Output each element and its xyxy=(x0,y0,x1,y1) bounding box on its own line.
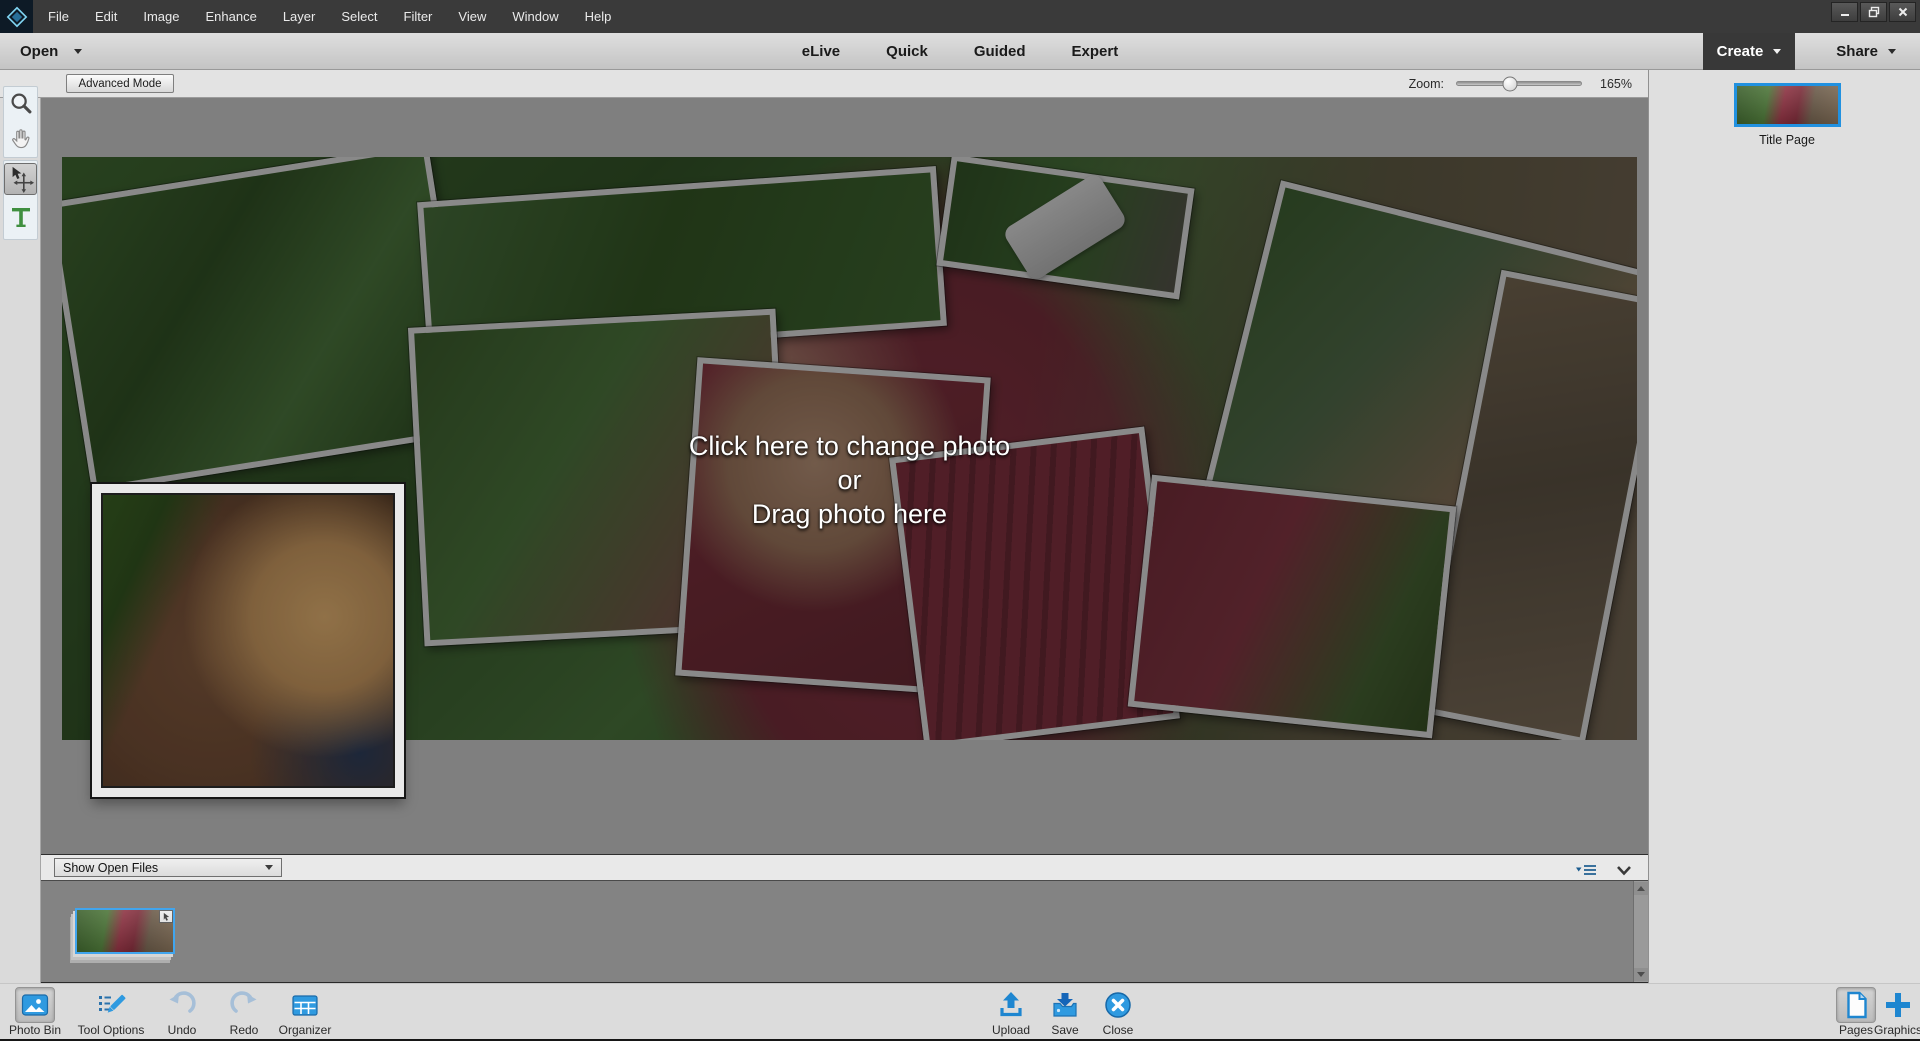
undo-icon xyxy=(162,987,202,1023)
mode-tabs: eLive Quick Guided Expert xyxy=(802,33,1118,69)
chevron-down-icon xyxy=(1773,49,1781,54)
canvas-area: Click here to change photo or Drag photo… xyxy=(41,98,1648,854)
menu-window[interactable]: Window xyxy=(512,9,558,24)
open-button[interactable]: Open xyxy=(20,33,82,69)
page-thumbnail-label: Title Page xyxy=(1687,133,1887,147)
dropdown-value: Show Open Files xyxy=(63,861,158,875)
hand-icon xyxy=(7,125,34,152)
modebar: Open eLive Quick Guided Expert Create Sh… xyxy=(0,33,1920,70)
save-button[interactable]: Save xyxy=(1037,987,1093,1037)
magnifier-icon xyxy=(7,90,35,118)
tool-options-icon xyxy=(91,987,131,1023)
photo-bin-icon xyxy=(15,987,55,1023)
tab-elive[interactable]: eLive xyxy=(802,43,840,60)
photoshop-elements-window: File Edit Image Enhance Layer Select Fil… xyxy=(0,0,1920,1041)
photo-bin-label: Photo Bin xyxy=(9,1023,61,1037)
create-label: Create xyxy=(1717,43,1764,60)
hand-tool[interactable] xyxy=(4,122,37,154)
zoom-control: Zoom: 165% xyxy=(1409,70,1632,97)
app-logo-icon xyxy=(0,0,33,33)
create-button[interactable]: Create xyxy=(1703,33,1795,70)
tab-quick[interactable]: Quick xyxy=(886,43,928,60)
multipage-badge-icon xyxy=(159,910,173,923)
menu-image[interactable]: Image xyxy=(143,9,179,24)
placeholder-line-1: Click here to change photo xyxy=(62,429,1637,463)
move-tool[interactable] xyxy=(4,163,37,195)
tab-expert[interactable]: Expert xyxy=(1072,43,1119,60)
tool-options-button[interactable]: Tool Options xyxy=(70,987,152,1037)
undo-button[interactable]: Undo xyxy=(153,987,211,1037)
options-bar: Advanced Mode Zoom: 165% xyxy=(0,70,1648,98)
close-window-button[interactable] xyxy=(1889,2,1916,22)
menu-select[interactable]: Select xyxy=(341,9,377,24)
upload-label: Upload xyxy=(992,1023,1030,1037)
show-open-files-dropdown[interactable]: Show Open Files xyxy=(54,858,282,877)
tab-guided[interactable]: Guided xyxy=(974,43,1026,60)
graphics-button[interactable]: Graphics xyxy=(1872,987,1920,1037)
menu-view[interactable]: View xyxy=(458,9,486,24)
save-label: Save xyxy=(1051,1023,1078,1037)
pages-panel: Title Page xyxy=(1648,70,1920,983)
menubar: File Edit Image Enhance Layer Select Fil… xyxy=(0,0,1920,33)
zoom-tool[interactable] xyxy=(4,88,37,120)
open-label: Open xyxy=(20,43,58,60)
zoom-label: Zoom: xyxy=(1409,77,1444,91)
restore-button[interactable] xyxy=(1860,2,1887,22)
menu-edit[interactable]: Edit xyxy=(95,9,117,24)
organizer-button[interactable]: Organizer xyxy=(272,987,338,1037)
page-thumbnail[interactable] xyxy=(1734,83,1841,127)
move-icon xyxy=(7,165,35,193)
redo-button[interactable]: Redo xyxy=(215,987,273,1037)
menu-filter[interactable]: Filter xyxy=(404,9,433,24)
taskbar: Photo Bin Tool Options xyxy=(0,983,1920,1041)
menu-items: File Edit Image Enhance Layer Select Fil… xyxy=(48,0,611,33)
redo-icon xyxy=(224,987,264,1023)
save-icon xyxy=(1045,987,1085,1023)
photo-bin-panel xyxy=(41,881,1648,983)
share-label: Share xyxy=(1836,43,1878,60)
redo-label: Redo xyxy=(230,1023,259,1037)
chevron-down-icon xyxy=(1888,49,1896,54)
organizer-label: Organizer xyxy=(279,1023,332,1037)
type-tool[interactable] xyxy=(4,201,37,233)
advanced-mode-button[interactable]: Advanced Mode xyxy=(66,74,174,93)
pages-icon xyxy=(1836,987,1876,1023)
menu-enhance[interactable]: Enhance xyxy=(206,9,257,24)
graphics-icon xyxy=(1878,987,1918,1023)
scroll-down-icon[interactable] xyxy=(1634,968,1648,981)
close-icon xyxy=(1098,987,1138,1023)
chevron-down-icon xyxy=(74,49,82,54)
photo-bin-button[interactable]: Photo Bin xyxy=(4,987,66,1037)
zoom-slider-thumb[interactable] xyxy=(1503,76,1518,91)
tool-options-label: Tool Options xyxy=(78,1023,145,1037)
share-button[interactable]: Share xyxy=(1836,33,1896,69)
panel-menu-icon[interactable] xyxy=(1576,863,1598,881)
graphics-label: Graphics xyxy=(1874,1023,1920,1037)
chevron-down-icon xyxy=(265,865,273,870)
menu-layer[interactable]: Layer xyxy=(283,9,316,24)
upload-button[interactable]: Upload xyxy=(982,987,1040,1037)
open-file-thumbnail[interactable] xyxy=(75,908,175,954)
collapse-bin-chevron-icon[interactable] xyxy=(1616,863,1632,881)
upload-icon xyxy=(991,987,1031,1023)
close-label: Close xyxy=(1103,1023,1134,1037)
window-controls xyxy=(1831,2,1916,22)
undo-label: Undo xyxy=(168,1023,197,1037)
zoom-value: 165% xyxy=(1594,77,1632,91)
bin-scrollbar[interactable] xyxy=(1633,881,1648,982)
zoom-slider[interactable] xyxy=(1456,81,1582,86)
pages-label: Pages xyxy=(1839,1023,1873,1037)
tool-column xyxy=(0,98,41,983)
menu-file[interactable]: File xyxy=(48,9,69,24)
close-button[interactable]: Close xyxy=(1090,987,1146,1037)
minimize-button[interactable] xyxy=(1831,2,1858,22)
type-icon xyxy=(8,204,34,230)
scroll-up-icon[interactable] xyxy=(1634,882,1648,895)
active-photo-frame[interactable] xyxy=(92,484,404,797)
photo-bin-header: Show Open Files xyxy=(41,854,1648,881)
menu-help[interactable]: Help xyxy=(585,9,612,24)
organizer-icon xyxy=(285,987,325,1023)
advanced-mode-label: Advanced Mode xyxy=(78,78,161,90)
